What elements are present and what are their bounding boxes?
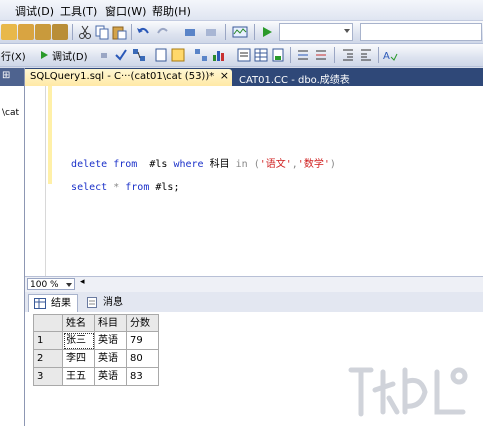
row-number[interactable]: 1: [33, 332, 63, 350]
keyword: in: [235, 159, 248, 170]
results-to-text-icon[interactable]: [236, 47, 252, 63]
svg-text:A: A: [383, 51, 390, 62]
object-explorer-path: \cat: [2, 108, 20, 118]
message-icon: [87, 297, 97, 308]
table-cell[interactable]: 英语: [95, 350, 127, 368]
find-combo[interactable]: [360, 23, 482, 41]
chevron-down-icon: [66, 283, 72, 287]
standard-toolbar: [0, 21, 483, 44]
results-to-file-icon[interactable]: [270, 47, 286, 63]
table-cell[interactable]: 英语: [95, 368, 127, 386]
keyword: select: [71, 182, 108, 193]
table-cell[interactable]: 李四: [63, 350, 95, 368]
results-to-grid-icon[interactable]: [253, 47, 269, 63]
tab-label: SQLQuery1.sql - C···(cat01\cat (53))*: [30, 71, 215, 82]
paren: ): [329, 159, 336, 170]
menu-debug[interactable]: 调试(D): [15, 3, 54, 19]
table-cell[interactable]: 王五: [63, 368, 95, 386]
table-cell[interactable]: 张三: [63, 332, 95, 350]
grid-icon: [34, 298, 46, 309]
watermark-logo: [348, 367, 468, 417]
unsaved-change-indicator: [48, 86, 52, 184]
redo-icon[interactable]: [155, 24, 171, 40]
activity-monitor-icon[interactable]: [232, 24, 248, 40]
sql-editor-toolbar: 行(X) 调试(D) A: [0, 44, 483, 67]
copy-icon[interactable]: [94, 24, 110, 40]
navigate-back-icon[interactable]: [183, 24, 199, 40]
tab-sqlquery1[interactable]: SQLQuery1.sql - C···(cat01\cat (53))* ×: [25, 69, 232, 86]
identifier: 科目: [209, 159, 230, 170]
include-plan-icon[interactable]: [193, 47, 209, 63]
tab-label: CAT01.CC - dbo.成绩表: [239, 75, 350, 86]
comment-lines-icon[interactable]: [295, 47, 311, 63]
cut-icon[interactable]: [77, 24, 93, 40]
scroll-left-icon[interactable]: ◂: [80, 277, 85, 287]
undo-icon[interactable]: [135, 24, 151, 40]
table-cell[interactable]: 83: [127, 368, 159, 386]
tab-cat01-cc[interactable]: CAT01.CC - dbo.成绩表: [234, 69, 374, 86]
keyword: delete: [71, 159, 108, 170]
run-icon[interactable]: [259, 24, 275, 40]
editor-gutter-line: [45, 86, 46, 276]
display-plan-icon[interactable]: [131, 47, 147, 63]
string-literal: '数学': [297, 159, 330, 170]
code-line-delete[interactable]: delete from #ls where 科目 in ('语文','数学'): [59, 144, 336, 170]
keyword: from: [125, 182, 150, 193]
specify-values-icon[interactable]: A: [382, 47, 398, 63]
zoom-value: 100 %: [30, 280, 59, 290]
uncomment-lines-icon[interactable]: [313, 47, 329, 63]
row-number[interactable]: 2: [33, 350, 63, 368]
row-number[interactable]: 3: [33, 368, 63, 386]
keyword: from: [113, 159, 138, 170]
solution-configuration-dropdown[interactable]: [279, 23, 353, 41]
query-options-icon[interactable]: [153, 47, 169, 63]
column-header[interactable]: 分数: [127, 314, 159, 332]
table-cell[interactable]: 79: [127, 332, 159, 350]
results-tab-strip: 结果 消息: [25, 292, 483, 313]
analysis-query-icon[interactable]: [35, 24, 51, 40]
close-tab-icon[interactable]: ×: [220, 69, 229, 82]
paste-icon[interactable]: [111, 24, 127, 40]
document-tab-strip: SQLQuery1.sql - C···(cat01\cat (53))* × …: [25, 68, 483, 86]
string-literal: '语文': [259, 159, 292, 170]
parse-icon[interactable]: [113, 47, 129, 63]
tab-label: 消息: [103, 297, 123, 308]
table-cell[interactable]: 80: [127, 350, 159, 368]
tab-results[interactable]: 结果: [28, 294, 78, 312]
menu-tools[interactable]: 工具(T): [60, 3, 97, 19]
column-header[interactable]: 姓名: [63, 314, 95, 332]
xmla-query-icon[interactable]: [52, 24, 68, 40]
menu-help[interactable]: 帮助(H): [152, 3, 191, 19]
tab-label: 结果: [51, 298, 71, 309]
identifier: #ls;: [155, 182, 180, 193]
client-statistics-icon[interactable]: [210, 47, 226, 63]
operator: *: [113, 182, 120, 193]
debug-button[interactable]: 调试(D): [52, 48, 88, 63]
debug-icon[interactable]: [37, 47, 53, 63]
column-header[interactable]: 科目: [95, 314, 127, 332]
keyword: where: [173, 159, 204, 170]
cancel-query-icon[interactable]: [96, 47, 112, 63]
navigate-forward-icon[interactable]: [203, 24, 219, 40]
database-engine-query-icon[interactable]: [18, 24, 34, 40]
intellisense-icon[interactable]: [170, 47, 186, 63]
zoom-bar: 100 % ◂: [25, 276, 483, 293]
object-explorer-header: ⊞: [0, 68, 24, 86]
code-line-select[interactable]: select * from #ls;: [59, 171, 179, 193]
panel-pin-icon[interactable]: ⊞: [2, 70, 10, 81]
object-explorer-panel: [0, 68, 25, 426]
decrease-indent-icon[interactable]: [340, 47, 356, 63]
identifier: #ls: [149, 159, 168, 170]
zoom-dropdown[interactable]: 100 %: [27, 278, 75, 290]
menu-window[interactable]: 窗口(W): [105, 3, 146, 19]
increase-indent-icon[interactable]: [358, 47, 374, 63]
row-header-corner[interactable]: [33, 314, 63, 332]
new-query-icon[interactable]: [1, 24, 17, 40]
execute-button[interactable]: 行(X): [1, 48, 26, 63]
tab-messages[interactable]: 消息: [81, 294, 131, 312]
table-cell[interactable]: 英语: [95, 332, 127, 350]
menu-bar: 调试(D) 工具(T) 窗口(W) 帮助(H): [0, 0, 483, 21]
